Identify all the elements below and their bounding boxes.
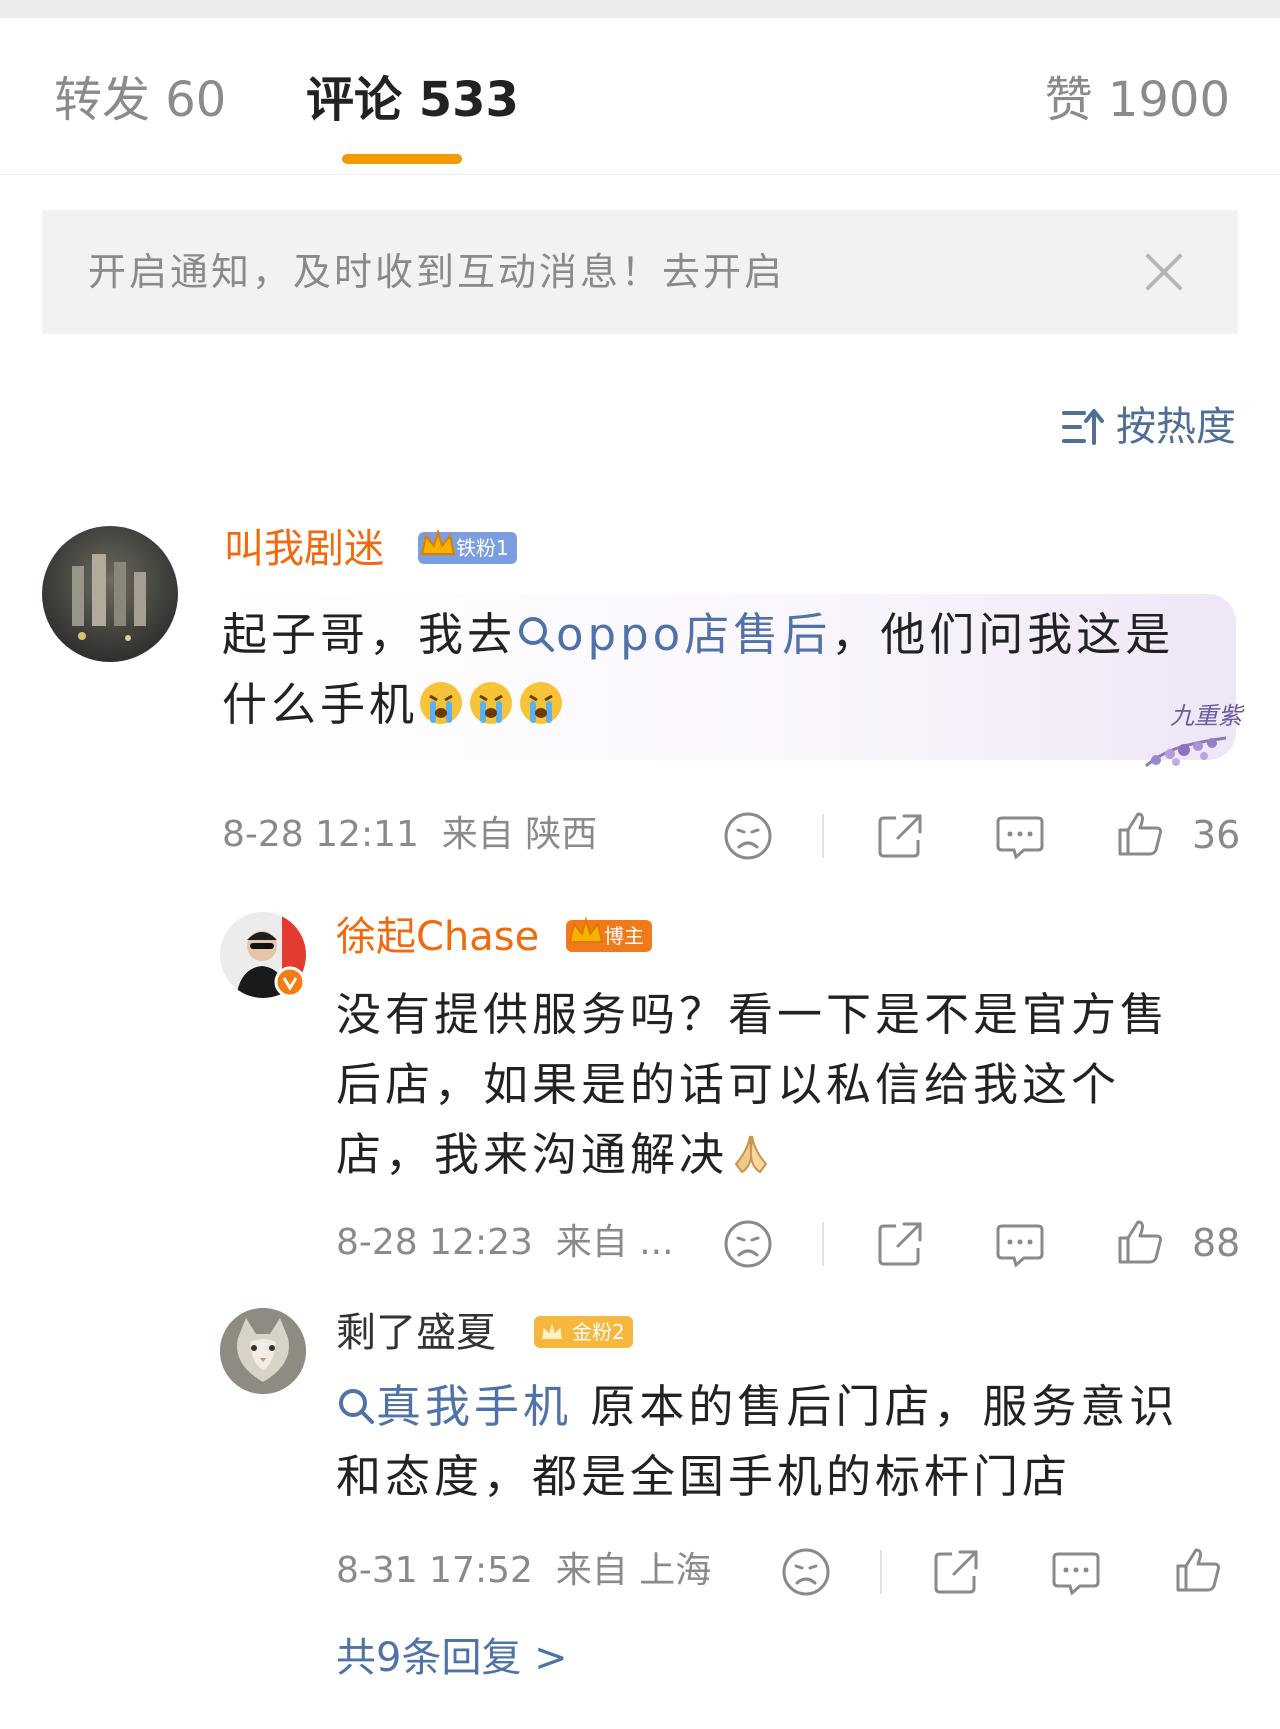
comment-icon[interactable] <box>994 1218 1046 1270</box>
divider <box>880 1550 882 1594</box>
avatar[interactable] <box>220 1308 306 1394</box>
comment-meta: 8-28 12:23 来自 ... <box>336 1220 674 1266</box>
comment-time: 8-31 17:52 <box>336 1550 533 1591</box>
comment-meta: 8-28 12:11 来自 陕西 <box>222 812 597 858</box>
comment-icon[interactable] <box>1050 1546 1102 1598</box>
view-replies-link[interactable]: 共9条回复 > <box>336 1632 568 1684</box>
badge-label: 铁粉1 <box>456 536 509 560</box>
badge-label: 博主 <box>604 924 644 948</box>
active-tab-indicator <box>342 154 462 164</box>
search-icon <box>339 1389 374 1424</box>
comment-icon[interactable] <box>994 810 1046 862</box>
crying-face-icon <box>420 682 463 724</box>
search-icon <box>519 617 555 652</box>
status-strip <box>0 0 1280 18</box>
verified-icon <box>274 966 306 998</box>
like-count: 88 <box>1192 1221 1241 1265</box>
topic-link[interactable]: 真我手机 <box>336 1380 572 1433</box>
crown-icon <box>420 528 456 555</box>
crying-face-icon <box>470 682 513 724</box>
topic-link-label: oppo店售后 <box>556 608 832 661</box>
comment-time: 8-28 12:11 <box>222 814 419 855</box>
like-icon[interactable] <box>1172 1544 1224 1596</box>
folded-hands-icon <box>734 1135 768 1174</box>
tab-repost[interactable]: 转发 60 <box>54 70 226 130</box>
share-icon[interactable] <box>874 810 926 862</box>
fan-badge[interactable]: 铁粉1 <box>418 528 517 564</box>
crown-icon <box>542 1323 562 1339</box>
blogger-badge[interactable]: 博主 <box>566 916 652 952</box>
avatar-image <box>220 1308 306 1394</box>
comment-meta: 8-31 17:52 来自 上海 <box>336 1548 711 1594</box>
notification-text[interactable]: 开启通知，及时收到互动消息！去开启 <box>88 248 785 296</box>
dislike-face-icon[interactable] <box>722 1218 774 1270</box>
comment-text-part: 起子哥，我去 <box>222 608 517 661</box>
fan-badge[interactable]: 金粉2 <box>534 1316 633 1348</box>
avatar[interactable] <box>42 526 178 662</box>
dislike-face-icon[interactable] <box>722 810 774 862</box>
sort-icon <box>1062 409 1104 445</box>
divider <box>822 1222 824 1266</box>
comment-location: 来自 陕西 <box>441 814 598 855</box>
badge-label: 金粉2 <box>572 1320 625 1344</box>
like-icon[interactable] <box>1114 1216 1166 1268</box>
like-icon[interactable] <box>1114 808 1166 860</box>
topic-link-label: 真我手机 <box>376 1380 573 1433</box>
comment-location: 来自 ... <box>555 1222 674 1263</box>
notification-banner: 开启通知，及时收到互动消息！去开启 <box>42 210 1238 334</box>
username[interactable]: 剩了盛夏 <box>336 1308 496 1358</box>
comment-time: 8-28 12:23 <box>336 1222 533 1263</box>
tab-bar: 转发 60 评论 533 赞 1900 <box>0 18 1280 175</box>
comment-text: 起子哥，我去 oppo店售后，他们问我这是什么手机 <box>222 600 1222 740</box>
username[interactable]: 叫我剧迷 <box>224 524 384 574</box>
topic-link[interactable]: oppo店售后 <box>516 608 831 661</box>
tab-comments[interactable]: 评论 533 <box>306 70 519 130</box>
dislike-face-icon[interactable] <box>780 1546 832 1598</box>
comment-text: 真我手机 原本的售后门店，服务意识和态度，都是全国手机的标杆门店 <box>336 1372 1216 1512</box>
sort-button[interactable]: 按热度 <box>1062 402 1236 452</box>
divider <box>822 814 824 858</box>
share-icon[interactable] <box>930 1546 982 1598</box>
crying-face-icon <box>520 682 563 724</box>
like-count: 36 <box>1192 813 1241 857</box>
avatar-image <box>72 554 146 641</box>
share-icon[interactable] <box>874 1218 926 1270</box>
username[interactable]: 徐起Chase <box>336 912 539 962</box>
crown-icon <box>568 916 604 943</box>
comment-text: 没有提供服务吗？看一下是不是官方售后店，如果是的话可以私信给我这个店，我来沟通解… <box>336 980 1216 1190</box>
sort-label: 按热度 <box>1116 404 1236 450</box>
tab-likes[interactable]: 赞 1900 <box>1045 70 1230 130</box>
comment-location: 来自 上海 <box>555 1550 712 1591</box>
close-icon[interactable] <box>1138 246 1190 298</box>
